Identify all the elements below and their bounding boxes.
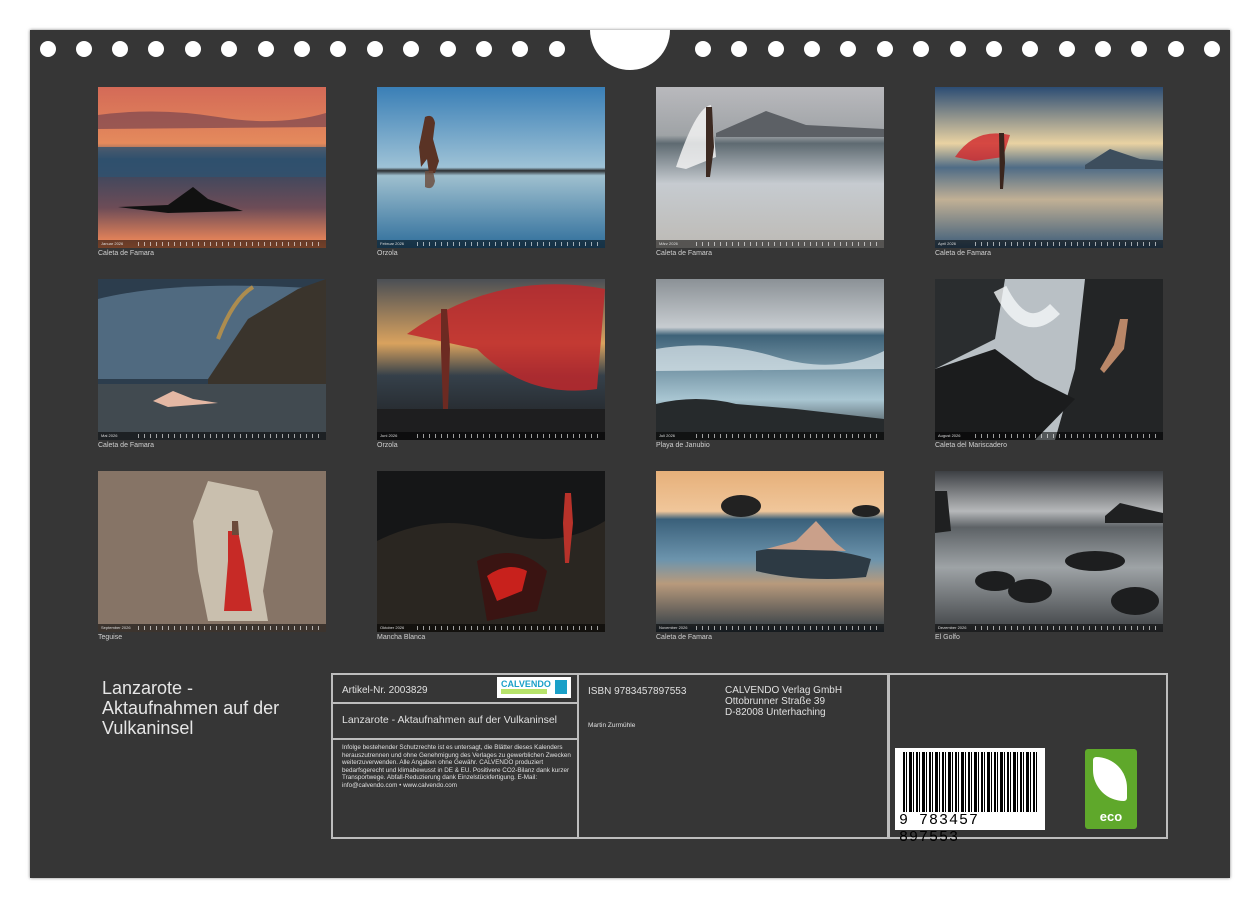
month-thumbnail-march: März 2026 (656, 87, 884, 248)
month-thumbnail-february: Februar 2026 (377, 87, 605, 248)
calendar-back-cover: Januar 2026 Caleta de Famara Februar 202… (30, 30, 1230, 878)
location-caption: Orzola (377, 442, 398, 449)
month-label: September 2026 (101, 625, 131, 630)
month-label: Februar 2026 (380, 241, 405, 246)
location-caption: Caleta de Famara (656, 634, 713, 641)
location-caption: Mancha Blanca (377, 634, 426, 641)
publisher-name: CALVENDO Verlag GmbH (725, 685, 843, 696)
isbn: ISBN 9783457897553 (588, 686, 687, 697)
month-thumbnail-september: September 2026 (98, 471, 326, 632)
publisher-city: D-82008 Unterhaching (725, 707, 826, 718)
isbn-barcode: 9 783457 897553 (895, 748, 1045, 846)
month-thumbnail-may: Mai 2026 (98, 279, 326, 440)
leaf-icon (1093, 757, 1127, 801)
publisher-address: CALVENDO Verlag GmbH Ottobrunner Straße … (725, 685, 842, 718)
location-caption: Caleta de Famara (935, 250, 992, 257)
hanger-cutout (590, 30, 670, 70)
location-caption: Orzola (377, 250, 398, 257)
month-label: Oktober 2026 (380, 625, 405, 630)
month-thumbnail-august: August 2026 (935, 279, 1163, 440)
binding-holes (30, 30, 1230, 70)
location-caption: Playa de Janubio (656, 442, 710, 449)
month-thumbnail-july: Juli 2026 (656, 279, 884, 440)
month-label: März 2026 (659, 241, 678, 246)
author: Martin Zurmühle (588, 722, 636, 729)
month-label: Juni 2026 (380, 433, 398, 438)
location-caption: El Golfo (935, 634, 960, 641)
legal-text: Infolge bestehender Schutzrechte ist es … (342, 744, 571, 789)
eco-badge: eco (1085, 749, 1137, 829)
calvendo-logo: CALVENDO (497, 677, 571, 698)
month-label: Januar 2026 (101, 241, 124, 246)
location-caption: Caleta del Mariscadero (935, 442, 1007, 449)
month-label: April 2026 (938, 241, 957, 246)
location-caption: Caleta de Famara (98, 250, 155, 257)
location-caption: Caleta de Famara (656, 250, 713, 257)
short-title: Lanzarote - Aktaufnahmen auf der Vulkani… (342, 714, 557, 726)
month-label: November 2026 (659, 625, 688, 630)
month-label: August 2026 (938, 433, 961, 438)
location-caption: Teguise (98, 634, 123, 641)
month-thumbnail-october: Oktober 2026 (377, 471, 605, 632)
month-thumbnail-december: Dezember 2026 (935, 471, 1163, 632)
month-label: Mai 2026 (101, 433, 118, 438)
month-thumbnail-january: Januar 2026 (98, 87, 326, 248)
month-thumbnail-november: November 2026 (656, 471, 884, 632)
calendar-title: Lanzarote - Aktaufnahmen auf der Vulkani… (102, 678, 280, 738)
barcode-number: 9 783457 897553 (899, 812, 980, 846)
publisher-street: Ottobrunner Straße 39 (725, 696, 826, 707)
location-caption: Caleta de Famara (98, 442, 155, 449)
month-label: Juli 2026 (659, 433, 676, 438)
article-number: Artikel-Nr. 2003829 (342, 685, 428, 696)
month-label: Dezember 2026 (938, 625, 967, 630)
month-thumbnail-april: April 2026 (935, 87, 1163, 248)
month-thumbnail-june: Juni 2026 (377, 279, 605, 440)
